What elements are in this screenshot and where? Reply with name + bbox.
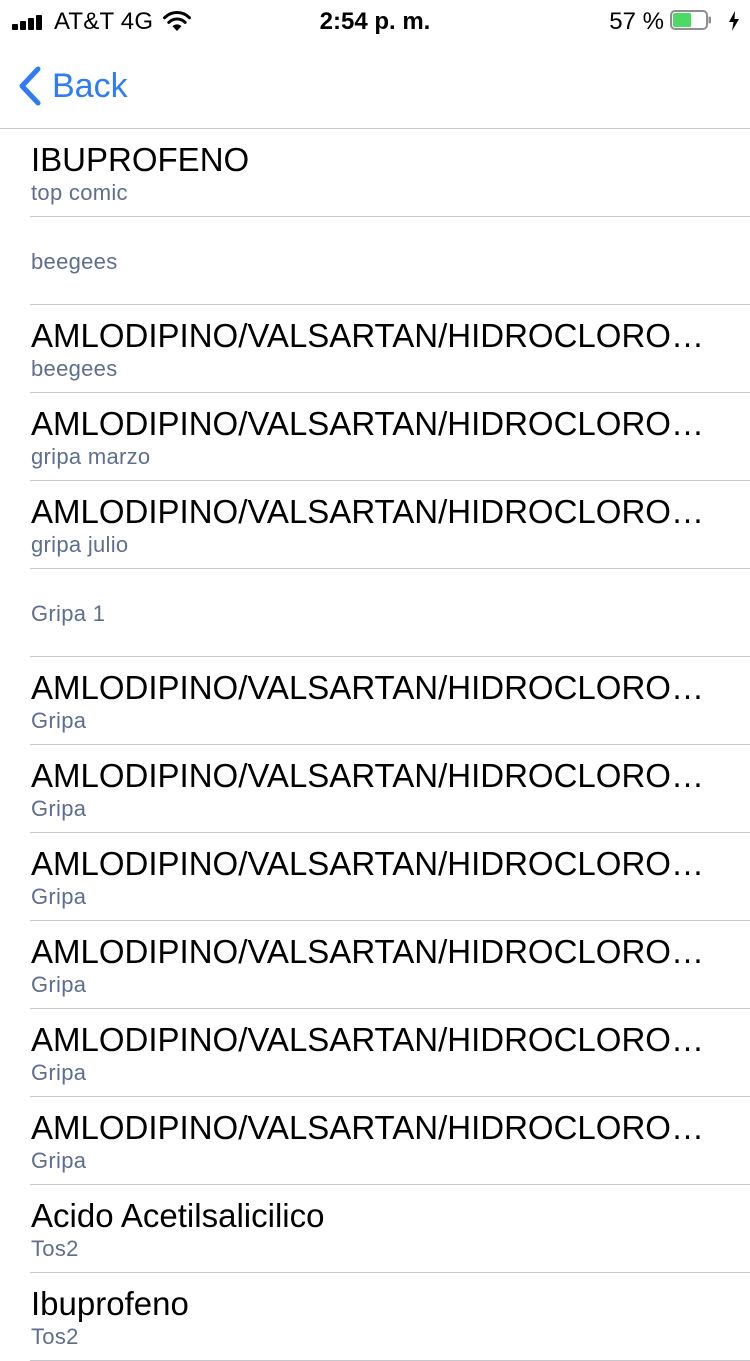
list-item[interactable]: AMLODIPINO/VALSARTAN/HIDROCLOROTIAZIDA Gr… — [30, 921, 750, 1009]
list-item-title: AMLODIPINO/VALSARTAN/HIDROCLOROTIAZIDA — [31, 405, 721, 442]
list-item-subtitle: Gripa — [31, 796, 87, 821]
list-item[interactable]: AMLODIPINO/VALSARTAN/HIDROCLOROTIAZIDA Gr… — [30, 745, 750, 833]
list-item-title: AMLODIPINO/VALSARTAN/HIDROCLOROTIAZIDA — [31, 845, 721, 882]
list-item-subtitle: Tos2 — [31, 1236, 79, 1261]
list-item-title: AMLODIPINO/VALSARTAN/HIDROCLOROTIAZIDA — [31, 757, 721, 794]
chevron-left-icon — [19, 66, 41, 106]
list-item[interactable]: AMLODIPINO/VALSARTAN/HIDROCLOROTIAZIDA Gr… — [30, 833, 750, 921]
list-item[interactable]: AMLODIPINO/VALSARTAN/HIDROCLOROTIAZIDA be… — [30, 305, 750, 393]
battery-icon — [670, 10, 711, 30]
status-bar: AT&T 4G 2:54 p. m. 57 % — [0, 0, 750, 40]
list-item[interactable]: beegees — [30, 217, 750, 305]
list-item-title: AMLODIPINO/VALSARTAN/HIDROCLOROTIAZIDA — [31, 1021, 721, 1058]
list-item-title: AMLODIPINO/VALSARTAN/HIDROCLOROTIAZIDA — [31, 669, 721, 706]
list-item-title: AMLODIPINO/VALSARTAN/HIDROCLOROTIAZIDA — [31, 493, 721, 530]
list-item-subtitle: Gripa — [31, 884, 87, 909]
battery-fill — [673, 13, 692, 27]
list-item-subtitle: Gripa — [31, 708, 87, 733]
list-item-title: AMLODIPINO/VALSARTAN/HIDROCLOROTIAZIDA — [31, 1109, 721, 1146]
back-button[interactable]: Back — [16, 64, 128, 108]
medication-list: IBUPROFENO top comic beegees AMLODIPINO/VAL… — [0, 129, 750, 1361]
list-item-subtitle: gripa julio — [31, 532, 129, 557]
list-item-subtitle: Tos2 — [31, 1324, 79, 1349]
list-item-subtitle: gripa marzo — [31, 444, 151, 469]
list-item[interactable]: Gripa 1 — [30, 569, 750, 657]
list-item-subtitle: Gripa 1 — [31, 601, 106, 626]
list-item-subtitle: Gripa — [31, 1148, 87, 1173]
list-item[interactable]: Acido Acetilsalicilico Tos2 — [30, 1185, 750, 1273]
back-button-label: Back — [52, 66, 128, 105]
list-item[interactable]: AMLODIPINO/VALSARTAN/HIDROCLOROTIAZIDA Gr… — [30, 1009, 750, 1097]
list-item-title: AMLODIPINO/VALSARTAN/HIDROCLOROTIAZIDA — [31, 933, 721, 970]
charging-bolt-icon — [729, 11, 739, 31]
list-item-subtitle: Gripa — [31, 1060, 87, 1085]
list-item-subtitle: top comic — [31, 180, 128, 205]
list-item[interactable]: IBUPROFENO top comic — [30, 129, 750, 217]
list-item-subtitle: beegees — [31, 356, 118, 381]
list-item[interactable]: AMLODIPINO/VALSARTAN/HIDROCLOROTIAZIDA Gr… — [30, 657, 750, 745]
list-item-title: Acido Acetilsalicilico — [31, 1197, 325, 1234]
list-item-title: IBUPROFENO — [31, 141, 250, 178]
list-item[interactable]: AMLODIPINO/VALSARTAN/HIDROCLOROTIAZIDA gr… — [30, 393, 750, 481]
list-item-title: Ibuprofeno — [31, 1285, 189, 1322]
list-item-subtitle: Gripa — [31, 972, 87, 997]
battery-percentage: 57 % — [609, 8, 664, 35]
list-item[interactable]: AMLODIPINO/VALSARTAN/HIDROCLOROTIAZIDA Gr… — [30, 1097, 750, 1185]
navigation-bar: Back — [0, 40, 750, 129]
list-item-title: AMLODIPINO/VALSARTAN/HIDROCLOROTIAZIDA — [31, 317, 721, 354]
list-item[interactable]: Ibuprofeno Tos2 — [30, 1273, 750, 1361]
list-item-subtitle: beegees — [31, 249, 118, 274]
list-item[interactable]: AMLODIPINO/VALSARTAN/HIDROCLOROTIAZIDA gr… — [30, 481, 750, 569]
